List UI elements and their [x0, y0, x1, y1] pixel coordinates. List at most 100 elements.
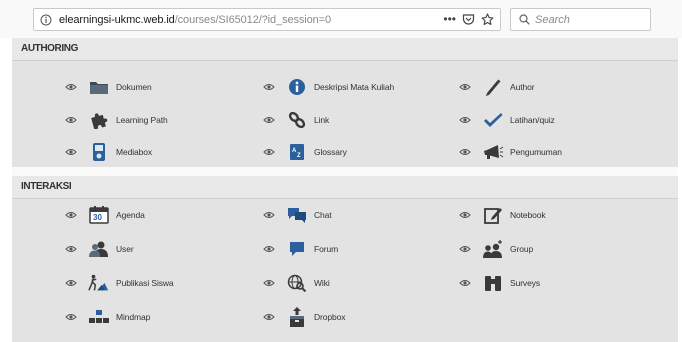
tool-item-learning-path[interactable]: Learning Path: [64, 110, 168, 130]
page-actions-menu-button[interactable]: •••: [443, 11, 456, 27]
section-header-authoring: AUTHORING: [12, 38, 678, 60]
tool-label: Agenda: [116, 210, 145, 220]
bookmark-star-icon[interactable]: [481, 12, 494, 26]
visibility-eye-icon[interactable]: [64, 244, 78, 254]
visibility-eye-icon[interactable]: [64, 278, 78, 288]
visibility-eye-icon[interactable]: [64, 82, 78, 92]
tool-label: Glossary: [314, 147, 347, 157]
panel-interaksi: 30 Agenda Chat Notebook User Forum Group…: [12, 198, 678, 342]
tool-item-deskripsi[interactable]: Deskripsi Mata Kuliah: [262, 77, 394, 97]
tool-label: Group: [510, 244, 534, 254]
search-icon: [519, 14, 530, 25]
users-icon: [88, 239, 110, 259]
tool-item-latihan-quiz[interactable]: Latihan/quiz: [458, 110, 555, 130]
section-title-authoring: AUTHORING: [21, 43, 78, 54]
tool-label: Mediabox: [116, 147, 153, 157]
tool-label: Deskripsi Mata Kuliah: [314, 82, 395, 92]
tool-label: Link: [314, 115, 330, 125]
tool-label: Publikasi Siswa: [116, 278, 174, 288]
visibility-eye-icon[interactable]: [262, 82, 276, 92]
visibility-eye-icon[interactable]: [458, 278, 472, 288]
visibility-eye-icon[interactable]: [262, 210, 276, 220]
tool-label: Forum: [314, 244, 339, 254]
tool-item-dropbox[interactable]: Dropbox: [262, 307, 346, 327]
visibility-eye-icon[interactable]: [458, 244, 472, 254]
publish-icon: [88, 273, 110, 293]
visibility-eye-icon[interactable]: [64, 210, 78, 220]
tool-label: Wiki: [314, 278, 330, 288]
megaphone-icon: [482, 142, 504, 162]
tool-label: Dokumen: [116, 82, 152, 92]
group-icon: [482, 239, 504, 259]
dropbox-icon: [286, 307, 308, 327]
visibility-eye-icon[interactable]: [262, 244, 276, 254]
visibility-eye-icon[interactable]: [262, 312, 276, 322]
section-title-interaksi: INTERAKSI: [21, 181, 72, 192]
notebook-icon: [482, 205, 504, 225]
site-info-icon[interactable]: [39, 13, 53, 27]
visibility-eye-icon[interactable]: [262, 278, 276, 288]
tool-item-wiki[interactable]: Wiki: [262, 273, 330, 293]
url-text: elearningsi-ukmc.web.id/courses/SI65012/…: [59, 14, 331, 26]
info-icon: [286, 77, 308, 97]
tool-item-glossary[interactable]: AZ Glossary: [262, 142, 347, 162]
section-header-interaksi: INTERAKSI: [12, 176, 678, 198]
tool-label: Learning Path: [116, 115, 168, 125]
visibility-eye-icon[interactable]: [458, 115, 472, 125]
visibility-eye-icon[interactable]: [262, 115, 276, 125]
tool-item-user[interactable]: User: [64, 239, 134, 259]
glossary-icon: AZ: [286, 142, 308, 162]
browser-toolbar: elearningsi-ukmc.web.id/courses/SI65012/…: [0, 0, 682, 38]
search-input[interactable]: [535, 13, 635, 26]
visibility-eye-icon[interactable]: [64, 115, 78, 125]
address-bar[interactable]: elearningsi-ukmc.web.id/courses/SI65012/…: [33, 8, 501, 31]
url-host: elearningsi-ukmc.web.id: [59, 13, 175, 26]
tool-item-pengumuman[interactable]: Pengumuman: [458, 142, 562, 162]
url-path: /courses/SI65012/?id_session=0: [174, 13, 332, 26]
mediabox-icon: [88, 142, 110, 162]
chat-icon: [286, 205, 308, 225]
tool-item-author[interactable]: Author: [458, 77, 535, 97]
tool-label: Surveys: [510, 278, 541, 288]
tool-label: Mindmap: [116, 312, 151, 322]
visibility-eye-icon[interactable]: [64, 147, 78, 157]
checkmark-icon: [482, 110, 504, 130]
tool-label: Chat: [314, 210, 332, 220]
tool-item-mindmap[interactable]: Mindmap: [64, 307, 150, 327]
tool-label: Latihan/quiz: [510, 115, 555, 125]
puzzle-icon: [88, 110, 110, 130]
browser-window: elearningsi-ukmc.web.id/courses/SI65012/…: [0, 0, 682, 342]
visibility-eye-icon[interactable]: [458, 147, 472, 157]
pocket-icon[interactable]: [462, 13, 475, 26]
link-icon: [286, 110, 308, 130]
tool-item-publikasi-siswa[interactable]: Publikasi Siswa: [64, 273, 174, 293]
visibility-eye-icon[interactable]: [262, 147, 276, 157]
tool-item-group[interactable]: Group: [458, 239, 533, 259]
binoculars-icon: [482, 273, 504, 293]
tool-item-chat[interactable]: Chat: [262, 205, 332, 225]
calendar-day-label: 30: [93, 213, 102, 222]
visibility-eye-icon[interactable]: [458, 82, 472, 92]
tool-item-notebook[interactable]: Notebook: [458, 205, 546, 225]
tool-label: Notebook: [510, 210, 546, 220]
tool-item-forum[interactable]: Forum: [262, 239, 338, 259]
course-tools-page: AUTHORING Dokumen Deskripsi Mata Kuliah …: [12, 38, 678, 342]
panel-authoring: Dokumen Deskripsi Mata Kuliah Author Lea…: [12, 60, 678, 167]
tool-item-dokumen[interactable]: Dokumen: [64, 77, 152, 97]
tool-label: Dropbox: [314, 312, 346, 322]
tool-item-surveys[interactable]: Surveys: [458, 273, 540, 293]
folder-icon: [88, 77, 110, 97]
visibility-eye-icon[interactable]: [458, 210, 472, 220]
search-box[interactable]: [510, 8, 651, 31]
calendar-icon: 30: [88, 205, 110, 225]
wiki-icon: [286, 273, 308, 293]
mindmap-icon: [88, 307, 110, 327]
tool-item-mediabox[interactable]: Mediabox: [64, 142, 152, 162]
tool-item-agenda[interactable]: 30 Agenda: [64, 205, 145, 225]
tool-item-link[interactable]: Link: [262, 110, 329, 130]
tool-label: Author: [510, 82, 535, 92]
tool-label: User: [116, 244, 134, 254]
tool-label: Pengumuman: [510, 147, 562, 157]
svg-text:Z: Z: [297, 153, 301, 159]
visibility-eye-icon[interactable]: [64, 312, 78, 322]
